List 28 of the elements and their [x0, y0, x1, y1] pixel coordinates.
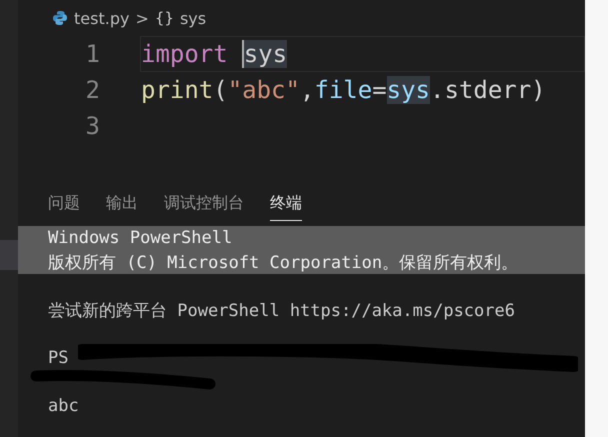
code-token: sys [386, 76, 430, 104]
panel-tab[interactable]: 调试控制台 [164, 185, 244, 221]
text-cursor: sys [242, 40, 288, 68]
code-token: file [314, 76, 372, 104]
code-token: ( [213, 76, 228, 104]
symbol-icon: {} [154, 9, 174, 27]
panel-tab[interactable]: 问题 [48, 185, 80, 221]
line-number: 1 [84, 40, 100, 68]
panel-tab[interactable]: 终端 [270, 185, 302, 221]
sidebar-item[interactable] [0, 240, 18, 270]
code-token: .stderr) [430, 76, 546, 104]
line-number: 3 [84, 112, 100, 140]
panel-tab[interactable]: 输出 [106, 185, 138, 221]
code-token: print [141, 76, 214, 104]
code-token: import [141, 40, 228, 68]
breadcrumb-separator: > [135, 8, 149, 28]
code-token: = [372, 76, 387, 104]
code-token: "abc" [228, 76, 300, 104]
terminal-prompt: PS [48, 348, 68, 368]
breadcrumb-symbol[interactable]: sys [180, 8, 206, 28]
terminal-line: abc [48, 396, 79, 416]
python-file-icon [52, 10, 68, 26]
code-token: , [300, 76, 314, 104]
terminal-line: 尝试新的跨平台 PowerShell https://aka.ms/pscore6 [48, 300, 515, 322]
terminal-line: Windows PowerShell [48, 228, 232, 248]
line-number: 2 [84, 76, 100, 104]
terminal-line: 版权所有 (C) Microsoft Corporation。保留所有权利。 [48, 252, 518, 274]
breadcrumb-file[interactable]: test.py [74, 8, 130, 28]
